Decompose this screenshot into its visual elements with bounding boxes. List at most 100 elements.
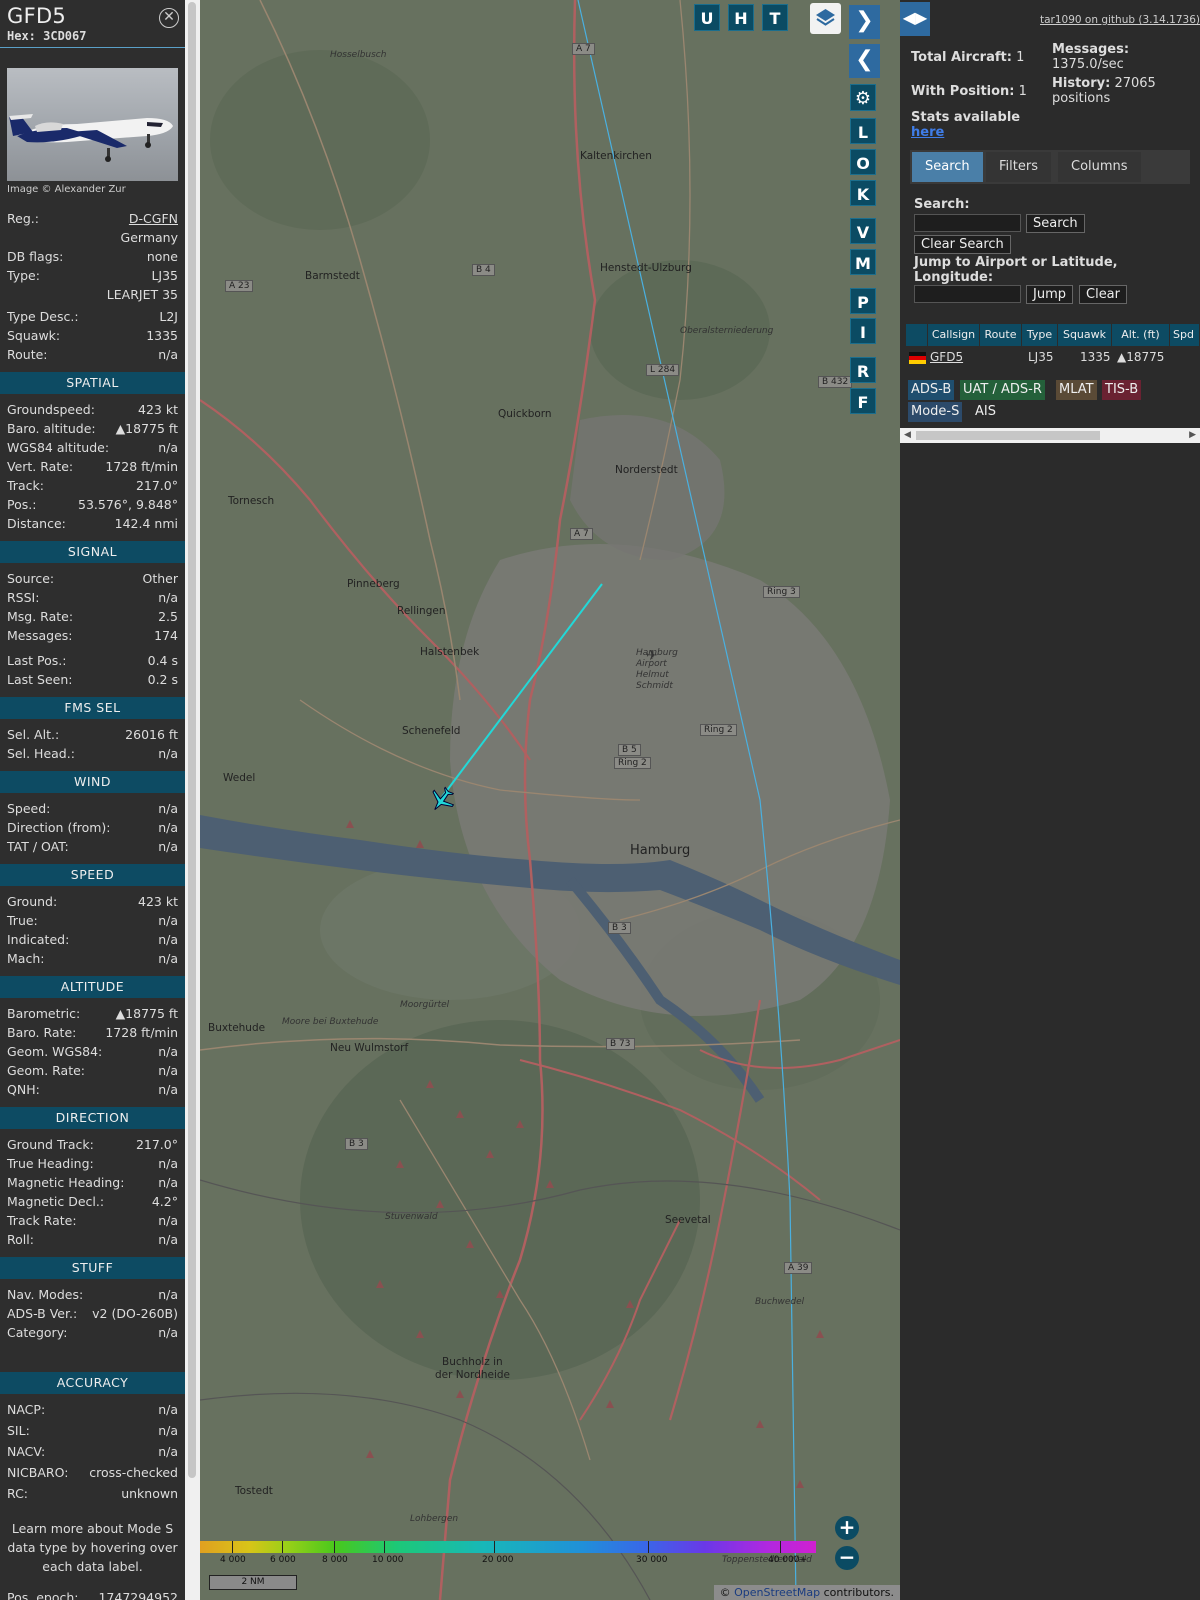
info-label[interactable]: Direction (from): — [7, 818, 111, 837]
info-label[interactable]: QNH: — [7, 1080, 40, 1099]
info-label[interactable]: NACP: — [7, 1400, 45, 1421]
aircraft-photo[interactable] — [7, 68, 178, 181]
jump-input[interactable] — [914, 285, 1021, 303]
close-icon[interactable]: ✕ — [159, 8, 179, 28]
clear-jump-button[interactable]: Clear — [1079, 285, 1127, 304]
info-label[interactable]: Track Rate: — [7, 1211, 77, 1230]
table-row[interactable]: GFD5 LJ35 1335 ▲18775 — [906, 347, 1200, 368]
info-panel-scrollbar-thumb[interactable] — [188, 2, 196, 1478]
expand-right-button[interactable]: ❯ — [849, 5, 880, 39]
table-scroll-thumb[interactable] — [916, 431, 1100, 440]
info-label[interactable]: Groundspeed: — [7, 400, 95, 419]
toggle-sidebar-button[interactable]: ◀▶ — [900, 2, 930, 36]
scroll-right-icon[interactable]: ▶ — [1189, 430, 1196, 440]
tab-search[interactable]: Search — [912, 152, 983, 182]
collapse-left-button[interactable]: ❮ — [849, 44, 880, 78]
zoom-out-button[interactable]: − — [835, 1546, 859, 1570]
tab-columns[interactable]: Columns — [1058, 152, 1141, 182]
attribution-link[interactable]: OpenStreetMap — [734, 1586, 820, 1599]
map-button-l[interactable]: L — [850, 118, 876, 144]
info-label: Reg.: — [7, 211, 39, 226]
info-label[interactable]: Track: — [7, 476, 44, 495]
registration-link[interactable]: D-CGFN — [129, 209, 178, 228]
layers-button[interactable] — [810, 3, 841, 34]
info-value: Other — [142, 571, 179, 586]
info-label[interactable]: ADS-B Ver.: — [7, 1304, 77, 1323]
table-horizontal-scrollbar[interactable]: ◀ ▶ — [900, 428, 1200, 443]
map-button-t[interactable]: T — [762, 4, 788, 31]
column-squawk[interactable]: Squawk — [1058, 324, 1112, 346]
column-route[interactable]: Route — [980, 324, 1022, 346]
info-label[interactable]: Last Seen: — [7, 670, 72, 689]
info-label[interactable]: Speed: — [7, 799, 50, 818]
map-button-u[interactable]: U — [694, 4, 720, 31]
map-button-f[interactable]: F — [850, 388, 876, 414]
info-label[interactable]: Magnetic Decl.: — [7, 1192, 104, 1211]
info-row: Baro. altitude: ▲18775 ft — [7, 419, 178, 438]
clear-search-button[interactable]: Clear Search — [914, 235, 1011, 254]
info-label[interactable]: Category: — [7, 1323, 67, 1342]
info-label[interactable]: Messages: — [7, 626, 73, 645]
info-label[interactable]: True: — [7, 911, 38, 930]
info-label[interactable]: SIL: — [7, 1421, 30, 1442]
info-label[interactable]: NACV: — [7, 1442, 45, 1463]
info-label[interactable]: Baro. Rate: — [7, 1023, 76, 1042]
source-badge-tis-b: TIS-B — [1102, 380, 1142, 400]
stats-link[interactable]: here — [911, 125, 944, 140]
info-label[interactable]: Source: — [7, 569, 54, 588]
info-label[interactable]: Geom. Rate: — [7, 1061, 85, 1080]
row-squawk: 1335 — [1080, 350, 1111, 364]
info-label[interactable]: Roll: — [7, 1230, 34, 1249]
info-label[interactable]: Baro. altitude: — [7, 419, 96, 438]
map-button-o[interactable]: O — [850, 149, 876, 175]
info-label[interactable]: Pos.: — [7, 495, 36, 514]
info-label[interactable]: Geom. WGS84: — [7, 1042, 102, 1061]
info-label[interactable]: Nav. Modes: — [7, 1285, 83, 1304]
map-view[interactable]: ✈ Hosselbusch Kaltenkirchen Barmstedt Henst… — [200, 0, 900, 1600]
map-button-h[interactable]: H — [728, 4, 754, 31]
scroll-left-icon[interactable]: ◀ — [904, 430, 911, 440]
info-label[interactable]: Mach: — [7, 949, 44, 968]
map-button-i[interactable]: I — [850, 318, 876, 344]
github-link[interactable]: tar1090 on github (3.14.1736) — [1040, 14, 1200, 26]
column-type[interactable]: Type — [1022, 324, 1058, 346]
info-label[interactable]: NICBARO: — [7, 1463, 68, 1484]
info-label[interactable]: Sel. Head.: — [7, 744, 75, 763]
info-label[interactable]: Msg. Rate: — [7, 607, 73, 626]
map-button-k[interactable]: K — [850, 180, 876, 206]
row-callsign[interactable]: GFD5 — [930, 347, 963, 368]
info-label[interactable]: WGS84 altitude: — [7, 438, 109, 457]
settings-button[interactable]: ⚙ — [850, 84, 876, 111]
selected-aircraft-icon[interactable] — [428, 786, 456, 814]
column-flag[interactable] — [906, 324, 928, 346]
map-button-m[interactable]: M — [850, 249, 876, 275]
info-label[interactable]: Barometric: — [7, 1004, 80, 1023]
jump-button[interactable]: Jump — [1026, 285, 1073, 304]
map-button-r[interactable]: R — [850, 357, 876, 383]
info-label[interactable]: Distance: — [7, 514, 66, 533]
info-label[interactable]: Magnetic Heading: — [7, 1173, 124, 1192]
info-label[interactable]: Ground Track: — [7, 1135, 94, 1154]
info-label[interactable]: RSSI: — [7, 588, 39, 607]
map-button-v[interactable]: V — [850, 218, 876, 244]
column-altitude[interactable]: Alt. (ft) — [1112, 324, 1170, 346]
column-speed[interactable]: Spd — [1170, 324, 1200, 346]
info-label[interactable]: TAT / OAT: — [7, 837, 69, 856]
info-label[interactable]: True Heading: — [7, 1154, 94, 1173]
map-place-label: Hamburg — [630, 843, 691, 858]
info-panel-scrollbar[interactable] — [185, 0, 200, 1600]
tab-filters[interactable]: Filters — [986, 152, 1051, 182]
info-label[interactable]: Indicated: — [7, 930, 69, 949]
map-button-p[interactable]: P — [850, 288, 876, 314]
info-label[interactable]: Sel. Alt.: — [7, 725, 59, 744]
aircraft-list-panel: ◀▶ tar1090 on github (3.14.1736) Total A… — [900, 0, 1200, 1600]
search-input[interactable] — [914, 214, 1021, 232]
info-label[interactable]: Last Pos.: — [7, 651, 66, 670]
zoom-in-button[interactable]: + — [835, 1516, 859, 1540]
search-button[interactable]: Search — [1026, 214, 1085, 233]
info-label[interactable]: Vert. Rate: — [7, 457, 73, 476]
column-callsign[interactable]: Callsign — [928, 324, 980, 346]
info-label[interactable]: Ground: — [7, 892, 57, 911]
info-row: Barometric: ▲18775 ft — [7, 1004, 178, 1023]
info-label[interactable]: RC: — [7, 1484, 28, 1505]
